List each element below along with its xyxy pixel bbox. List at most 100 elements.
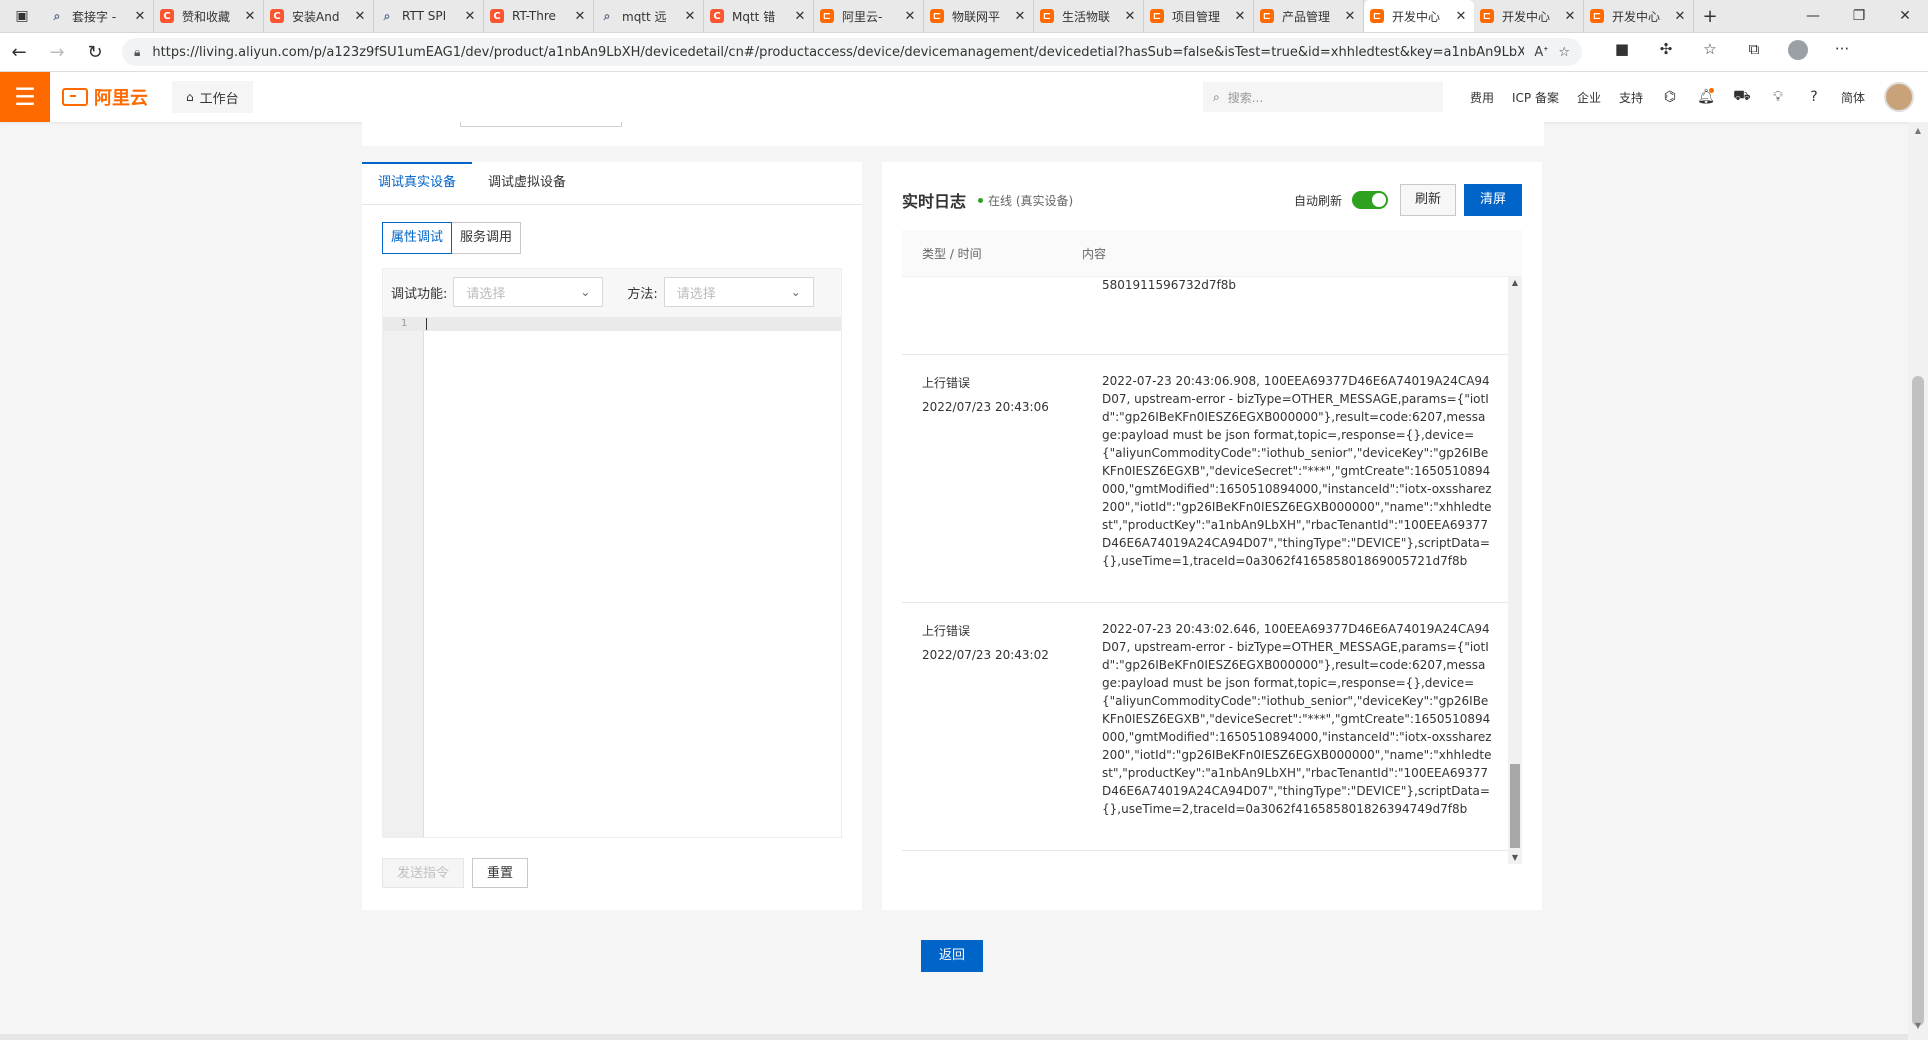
csdn-favicon-icon: C xyxy=(490,9,504,23)
browser-tab[interactable]: ⊏ 生活物联 ✕ xyxy=(1034,0,1144,32)
close-tab-icon[interactable]: ✕ xyxy=(1563,9,1577,24)
close-tab-icon[interactable]: ✕ xyxy=(1123,9,1137,24)
log-scrollbar[interactable]: ▲ ▼ xyxy=(1508,276,1522,864)
close-tab-icon[interactable]: ✕ xyxy=(1233,9,1247,24)
browser-tab[interactable]: ⊏ 开发中心 ✕ xyxy=(1364,0,1474,32)
close-tab-icon[interactable]: ✕ xyxy=(1673,9,1687,24)
auto-refresh-toggle[interactable] xyxy=(1351,191,1388,209)
debug-panel: 调试真实设备 调试虚拟设备 属性调试 服务调用 调试功能: 请选择 ⌄ 方法: … xyxy=(362,162,862,910)
close-tab-icon[interactable]: ✕ xyxy=(463,9,477,24)
url-text[interactable]: https://living.aliyun.com/p/a123z9fSU1um… xyxy=(152,45,1524,60)
close-tab-icon[interactable]: ✕ xyxy=(243,9,257,24)
link-support[interactable]: 支持 xyxy=(1619,89,1643,106)
tab-label: 开发中心 xyxy=(1612,9,1661,24)
function-select[interactable]: 请选择 ⌄ xyxy=(453,277,604,307)
cart-icon[interactable]: ⛟ xyxy=(1733,88,1751,106)
clear-screen-button[interactable]: 清屏 xyxy=(1463,184,1522,216)
link-enterprise[interactable]: 企业 xyxy=(1577,89,1601,106)
payload-editor[interactable]: 1 xyxy=(383,317,841,837)
site-info-icon[interactable]: 🔒︎ xyxy=(134,45,140,60)
browser-tab[interactable]: C 赞和收藏 ✕ xyxy=(154,0,264,32)
browser-tab[interactable]: ⌕ mqtt 远 ✕ xyxy=(594,0,704,32)
back-button[interactable]: 返回 xyxy=(921,940,983,972)
minimize-icon[interactable]: — xyxy=(1790,8,1836,24)
favorites-icon[interactable]: ☆ xyxy=(1688,40,1732,64)
page-scroll-thumb[interactable] xyxy=(1912,376,1924,1026)
tab-debug-virtual-device[interactable]: 调试虚拟设备 xyxy=(472,162,582,204)
browser-tab[interactable]: C RT-Thre ✕ xyxy=(484,0,594,32)
scroll-down-arrow-icon[interactable]: ▼ xyxy=(1508,853,1522,862)
favorite-star-icon[interactable]: ☆ xyxy=(1558,45,1570,60)
reload-icon[interactable]: ↻ xyxy=(76,42,114,63)
link-fees[interactable]: 费用 xyxy=(1470,89,1494,106)
send-command-button[interactable]: 发送指令 xyxy=(382,858,465,888)
tab-debug-real-device[interactable]: 调试真实设备 xyxy=(362,162,473,204)
method-select[interactable]: 请选择 ⌄ xyxy=(663,277,814,307)
aliyun-logo[interactable]: 阿里云 xyxy=(62,84,148,110)
close-tab-icon[interactable]: ✕ xyxy=(793,9,807,24)
forward-nav-icon[interactable]: → xyxy=(38,42,76,63)
log-time: 2022/07/23 20:43:02 xyxy=(922,648,1049,662)
profile-icon[interactable] xyxy=(1776,40,1820,64)
aliyun-logo-mark xyxy=(62,88,88,106)
browser-tab[interactable]: ⊏ 开发中心 ✕ xyxy=(1584,0,1694,32)
tab-label: 阿里云- xyxy=(842,9,883,24)
debug-actions: 发送指令 重置 xyxy=(382,858,536,888)
help-icon[interactable]: ? xyxy=(1805,89,1823,105)
browser-tab[interactable]: ⌕ RTT SPI ✕ xyxy=(374,0,484,32)
page-scroll-down-icon[interactable]: ▼ xyxy=(1908,1021,1928,1030)
close-tab-icon[interactable]: ✕ xyxy=(1454,9,1468,24)
close-window-icon[interactable]: ✕ xyxy=(1882,8,1928,24)
tab-actions-icon[interactable]: ▣ xyxy=(0,0,44,32)
notification-bell-icon[interactable]: 🔔︎ xyxy=(1697,88,1715,105)
log-content: 2022-07-23 20:43:02.646, 100EEA69377D46E… xyxy=(1102,622,1492,816)
browser-tab[interactable]: ⊏ 物联网平 ✕ xyxy=(924,0,1034,32)
cloud-shell-icon[interactable]: ⌬ xyxy=(1661,89,1679,105)
page-scrollbar[interactable]: ▲ ▼ xyxy=(1908,122,1928,1040)
refresh-button[interactable]: 刷新 xyxy=(1399,184,1456,216)
url-field[interactable]: 🔒︎ https://living.aliyun.com/p/a123z9fSU… xyxy=(122,38,1582,66)
scroll-up-arrow-icon[interactable]: ▲ xyxy=(1508,278,1522,287)
user-avatar[interactable] xyxy=(1884,82,1914,112)
more-menu-icon[interactable]: ··· xyxy=(1820,40,1864,64)
extensions-puzzle-icon[interactable]: ✣ xyxy=(1644,40,1688,64)
browser-tab[interactable]: ⊏ 产品管理 ✕ xyxy=(1254,0,1364,32)
close-tab-icon[interactable]: ✕ xyxy=(903,9,917,24)
log-row: 000","name":"xhhledtest","productKey":"a… xyxy=(902,276,1508,355)
close-tab-icon[interactable]: ✕ xyxy=(353,9,367,24)
property-debug-button[interactable]: 属性调试 xyxy=(382,222,453,254)
extension-icon[interactable]: ■ xyxy=(1600,40,1644,64)
browser-tab[interactable]: ⊏ 开发中心 ✕ xyxy=(1474,0,1584,32)
browser-tab[interactable]: ⊏ 阿里云- ✕ xyxy=(814,0,924,32)
service-call-button[interactable]: 服务调用 xyxy=(452,222,522,254)
close-tab-icon[interactable]: ✕ xyxy=(573,9,587,24)
csdn-favicon-icon: C xyxy=(270,9,284,23)
read-aloud-icon[interactable]: Aᐩ xyxy=(1534,45,1548,60)
page-scroll-up-icon[interactable]: ▲ xyxy=(1908,126,1928,135)
chevron-down-icon: ⌄ xyxy=(790,285,801,299)
close-tab-icon[interactable]: ✕ xyxy=(133,9,147,24)
browser-tab[interactable]: ⊏ 项目管理 ✕ xyxy=(1144,0,1254,32)
workbench-button[interactable]: ⌂ 工作台 xyxy=(172,81,253,113)
top-search-input[interactable]: ⌕ 搜索... xyxy=(1202,82,1443,112)
log-scroll-thumb[interactable] xyxy=(1510,764,1520,848)
back-nav-icon[interactable]: ← xyxy=(0,42,38,63)
hamburger-menu-icon[interactable]: ☰ xyxy=(0,72,50,122)
link-icp[interactable]: ICP 备案 xyxy=(1512,89,1559,106)
new-tab-button[interactable]: + xyxy=(1694,6,1726,27)
log-table-body[interactable]: 000","name":"xhhledtest","productKey":"a… xyxy=(902,276,1522,864)
close-tab-icon[interactable]: ✕ xyxy=(1013,9,1027,24)
language-switch[interactable]: 简体 xyxy=(1841,89,1865,106)
close-tab-icon[interactable]: ✕ xyxy=(1343,9,1357,24)
aliyun-favicon-icon: ⊏ xyxy=(1480,9,1494,23)
close-tab-icon[interactable]: ✕ xyxy=(683,9,697,24)
browser-tab[interactable]: C Mqtt 错 ✕ xyxy=(704,0,814,32)
collections-icon[interactable]: ⧉ xyxy=(1732,40,1776,64)
lightbulb-icon[interactable]: 💡︎ xyxy=(1769,89,1787,105)
window-controls: — ❐ ✕ xyxy=(1790,8,1928,24)
toggle-knob xyxy=(1371,193,1386,207)
browser-tab[interactable]: ⌕ 套接字 - ✕ xyxy=(44,0,154,32)
restore-icon[interactable]: ❐ xyxy=(1836,8,1882,24)
reset-button[interactable]: 重置 xyxy=(472,858,529,888)
browser-tab[interactable]: C 安装And ✕ xyxy=(264,0,374,32)
